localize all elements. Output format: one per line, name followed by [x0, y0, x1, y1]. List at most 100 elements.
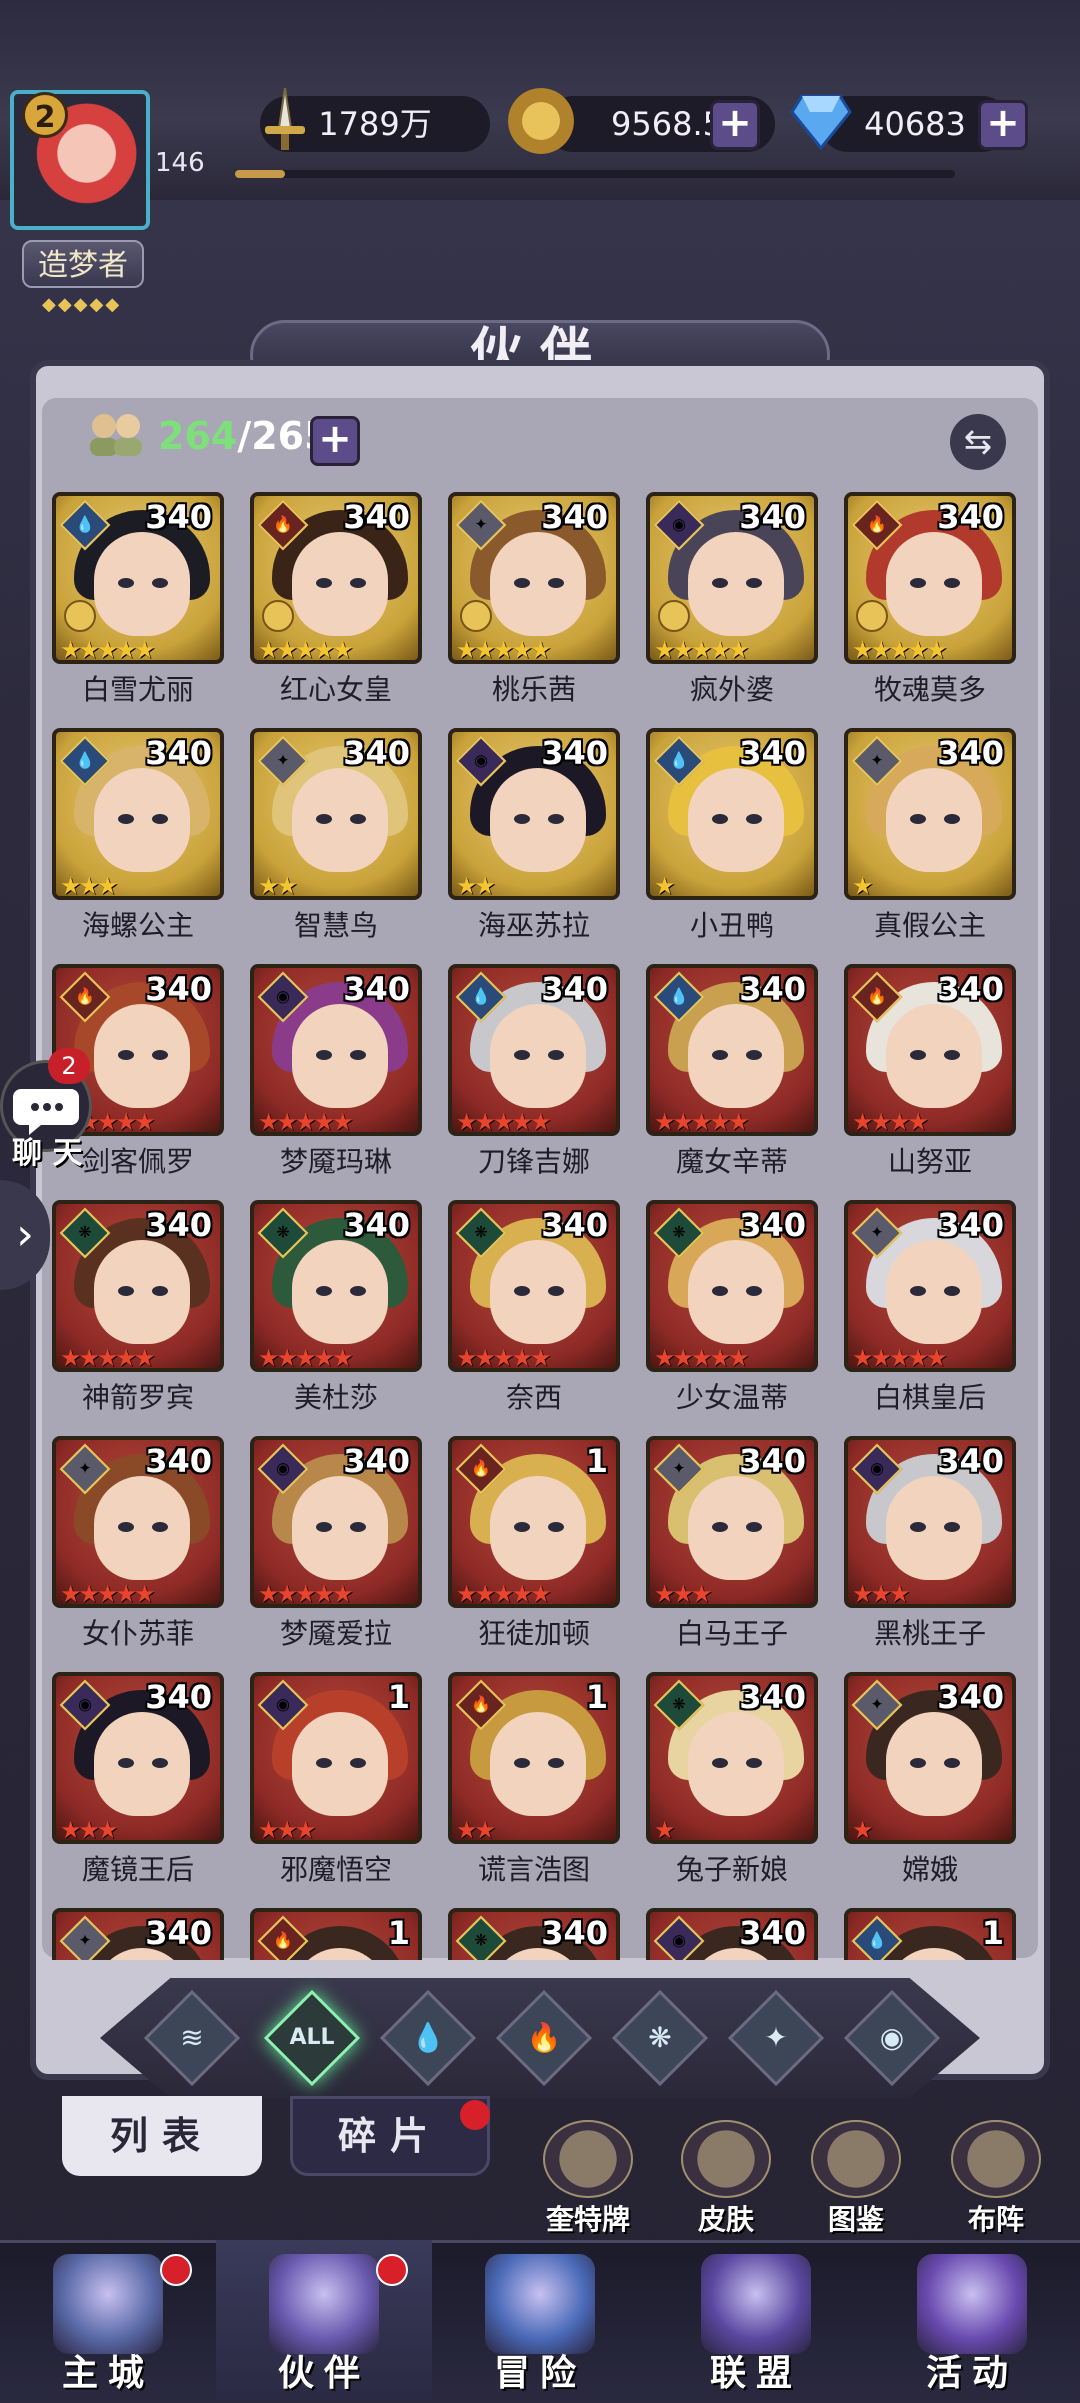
hero-card[interactable]: ✦ 340 ★★★★★ 桃乐茜: [448, 492, 620, 728]
hero-card[interactable]: 💧 340 ★ 小丑鸭: [646, 728, 818, 964]
nav-alliance-icon: [701, 2254, 811, 2354]
hero-card[interactable]: ❋ 340 ★★★★★ 神箭罗宾: [52, 1200, 224, 1436]
hero-card[interactable]: ❋ 340: [448, 1908, 620, 1960]
tarot-button[interactable]: 奎特牌: [538, 2120, 638, 2236]
hero-card[interactable]: ✦ 340: [52, 1908, 224, 1960]
hero-card[interactable]: 🔥 1 ★★★★★ 狂徒加顿: [448, 1436, 620, 1672]
hero-stars: ★: [852, 1816, 873, 1844]
sort-toggle-button[interactable]: ⇆: [950, 414, 1006, 470]
element-glyph: ◉: [78, 1695, 92, 1714]
hero-level: 340: [145, 498, 212, 536]
hero-card[interactable]: ✦ 340 ★★★★★ 白棋皇后: [844, 1200, 1016, 1436]
hero-name: 小丑鸭: [689, 909, 774, 942]
element-glyph: 🔥: [75, 987, 95, 1006]
hero-face: [94, 1004, 190, 1108]
hero-card[interactable]: 🔥 1: [250, 1908, 422, 1960]
tarot-label: 奎特牌: [545, 2203, 630, 2236]
hero-card[interactable]: ✦ 340 ★ 嫦娥: [844, 1672, 1016, 1908]
filter-fire-icon: 🔥: [526, 2021, 562, 2054]
hero-eye: [746, 1758, 762, 1768]
codex-button[interactable]: 图鉴: [806, 2120, 906, 2236]
nav-alliance[interactable]: 联盟: [648, 2240, 864, 2400]
hero-level: 340: [937, 1678, 1004, 1716]
hero-level: 340: [937, 1442, 1004, 1480]
element-glyph: ✦: [870, 751, 884, 770]
hero-level: 340: [937, 498, 1004, 536]
nav-city[interactable]: 主城: [0, 2240, 216, 2400]
hero-eye: [944, 1050, 960, 1060]
hero-stars: ★★★★★: [258, 1108, 354, 1136]
player-id-number: 146: [155, 148, 205, 178]
hero-card[interactable]: 🔥 340 ★★★★★ 牧魂莫多: [844, 492, 1016, 728]
hero-level: 340: [541, 734, 608, 772]
roster-count: 264/265: [158, 414, 331, 458]
hero-level: 340: [145, 1442, 212, 1480]
hero-portrait: ◉ 340: [646, 1908, 818, 1960]
skin-label: 皮肤: [697, 2203, 754, 2236]
hero-card[interactable]: ◉ 340 ★★★★★ 疯外婆: [646, 492, 818, 728]
hero-card[interactable]: 💧 340 ★★★★★ 白雪尤丽: [52, 492, 224, 728]
element-glyph: 💧: [75, 751, 95, 770]
hero-card[interactable]: ✦ 340 ★ 真假公主: [844, 728, 1016, 964]
nav-adventure[interactable]: 冒险: [432, 2240, 648, 2400]
hero-eye: [514, 1050, 530, 1060]
tab-list[interactable]: 列表: [62, 2096, 262, 2176]
hero-card[interactable]: ◉ 340 ★★ 海巫苏拉: [448, 728, 620, 964]
hero-portrait: ✦ 340 ★★★★★: [448, 492, 620, 664]
add-gem-button[interactable]: +: [978, 100, 1028, 150]
hero-card[interactable]: 💧 1: [844, 1908, 1016, 1960]
hero-card[interactable]: ◉ 340 ★★★★★ 梦魇爱拉: [250, 1436, 422, 1672]
filter-all-icon: ALL: [289, 2025, 335, 2050]
hero-card[interactable]: ✦ 340 ★★ 智慧鸟: [250, 728, 422, 964]
hero-card[interactable]: ◉ 1 ★★★ 邪魔悟空: [250, 1672, 422, 1908]
hero-portrait: ◉ 340 ★★★★★: [646, 492, 818, 664]
hero-card[interactable]: ❋ 340 ★ 兔子新娘: [646, 1672, 818, 1908]
hero-card[interactable]: ❋ 340 ★★★★★ 美杜莎: [250, 1200, 422, 1436]
hero-face: [490, 768, 586, 872]
hero-eye: [118, 814, 134, 824]
hero-portrait: ◉ 340 ★★★★★: [250, 964, 422, 1136]
hero-card[interactable]: 🔥 340 ★★★★ 山努亚: [844, 964, 1016, 1200]
hero-eye: [152, 1286, 168, 1296]
hero-face: [688, 1712, 784, 1816]
chat-label: 聊 天: [12, 1136, 83, 1171]
hero-card[interactable]: ✦ 340 ★★★★★ 女仆苏菲: [52, 1436, 224, 1672]
hero-card[interactable]: ◉ 340 ★★★★★ 梦魇玛琳: [250, 964, 422, 1200]
player-title[interactable]: 造梦者: [22, 240, 144, 288]
hero-level: 340: [541, 498, 608, 536]
hero-face: [886, 1476, 982, 1580]
hero-stars: ★: [654, 872, 675, 900]
tab-shards[interactable]: 碎片: [290, 2096, 490, 2176]
hero-card[interactable]: ❋ 340 ★★★★★ 奈西: [448, 1200, 620, 1436]
hero-portrait: ✦ 340 ★★: [250, 728, 422, 900]
hero-name: 邪魔悟空: [279, 1853, 392, 1886]
hero-card[interactable]: ✦ 340 ★★★ 白马王子: [646, 1436, 818, 1672]
hero-card[interactable]: 💧 340 ★★★ 海螺公主: [52, 728, 224, 964]
nav-events[interactable]: 活动: [864, 2240, 1080, 2400]
codex-label: 图鉴: [827, 2203, 884, 2236]
add-gold-button[interactable]: +: [710, 100, 760, 150]
hero-card[interactable]: 💧 340 ★★★★★ 魔女辛蒂: [646, 964, 818, 1200]
hero-eye: [712, 578, 728, 588]
hero-portrait: ◉ 340 ★★: [448, 728, 620, 900]
hero-card[interactable]: ◉ 340 ★★★ 魔镜王后: [52, 1672, 224, 1908]
hero-level: 340: [145, 1206, 212, 1244]
formation-button[interactable]: 布阵: [946, 2120, 1046, 2236]
element-glyph: 💧: [669, 987, 689, 1006]
hero-card[interactable]: 🔥 340 ★★★★★ 红心女皇: [250, 492, 422, 728]
element-glyph: 💧: [669, 751, 689, 770]
hero-level: 340: [739, 970, 806, 1008]
hero-level: 340: [343, 970, 410, 1008]
hero-eye: [746, 814, 762, 824]
hero-card[interactable]: ◉ 340: [646, 1908, 818, 1960]
hero-level: 340: [145, 734, 212, 772]
hero-card[interactable]: 💧 340 ★★★★★ 刀锋吉娜: [448, 964, 620, 1200]
skin-button[interactable]: 皮肤: [676, 2120, 776, 2236]
hero-card[interactable]: ◉ 340 ★★★ 黑桃王子: [844, 1436, 1016, 1672]
nav-partner[interactable]: 伙伴: [216, 2240, 432, 2400]
hero-card[interactable]: ❋ 340 ★★★★★ 少女温蒂: [646, 1200, 818, 1436]
hero-eye: [350, 578, 366, 588]
expand-roster-button[interactable]: +: [310, 416, 360, 466]
nav-partner-label: 伙伴: [277, 2353, 370, 2394]
hero-card[interactable]: 🔥 1 ★★ 谎言浩图: [448, 1672, 620, 1908]
